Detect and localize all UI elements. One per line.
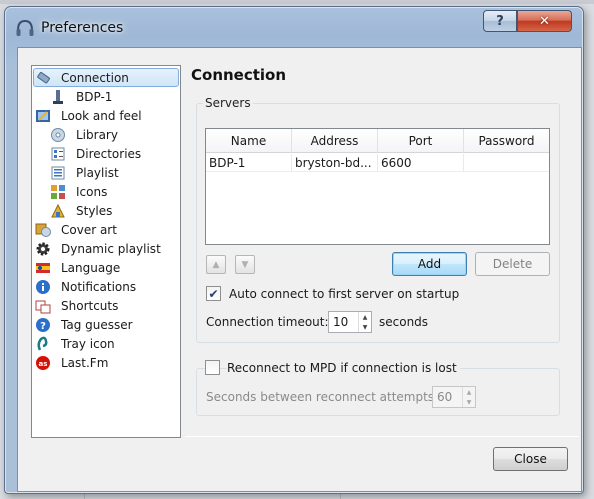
column-header-address[interactable]: Address [292, 129, 378, 153]
reconnect-checkbox[interactable] [205, 360, 220, 375]
arrow-up-icon: ▲ [212, 259, 220, 270]
tree-item-tag-guesser[interactable]: ? Tag guesser [35, 315, 183, 334]
move-up-button[interactable]: ▲ [206, 255, 226, 274]
tree-item-label: Connection [61, 70, 129, 85]
reconnect-interval-spinbox[interactable]: 60 ▲ ▼ [432, 386, 476, 408]
tree-item-lastfm[interactable]: as Last.Fm [35, 353, 183, 372]
tree-item-label: Icons [76, 184, 108, 199]
reconnect-interval-label: Seconds between reconnect attempts: [206, 390, 439, 404]
move-down-button[interactable]: ▼ [235, 255, 255, 274]
connection-icon [37, 71, 50, 83]
servers-group-title: Servers [203, 96, 253, 110]
close-button[interactable]: Close [493, 447, 568, 471]
question-icon: ? [36, 317, 50, 332]
tree-item-shortcuts[interactable]: Shortcuts [35, 296, 183, 315]
gear-icon [36, 242, 50, 255]
spin-arrows[interactable]: ▲ ▼ [358, 312, 371, 332]
cover-art-icon [35, 223, 51, 237]
tree-item-dynamic-playlist[interactable]: Dynamic playlist [35, 239, 183, 258]
svg-text:?: ? [40, 321, 46, 332]
spin-down-icon[interactable]: ▼ [359, 322, 371, 332]
tree-item-label: Look and feel [61, 108, 142, 123]
spin-up-icon[interactable]: ▲ [463, 387, 475, 397]
arrow-down-icon: ▼ [241, 259, 249, 270]
table-cell-address[interactable]: bryston-bd... [292, 154, 378, 172]
reconnect-interval-value[interactable]: 60 [433, 390, 462, 404]
lastfm-icon: as [36, 355, 50, 370]
headphones-icon [16, 19, 34, 36]
auto-connect-label[interactable]: Auto connect to first server on startup [229, 287, 459, 301]
auto-connect-checkbox[interactable]: ✔ [206, 286, 221, 301]
tree-item-bdp-1[interactable]: BDP-1 [50, 87, 198, 106]
tree-item-label: Tray icon [61, 336, 115, 351]
checkmark-icon: ✔ [208, 286, 219, 301]
language-icon [36, 262, 50, 273]
add-server-button[interactable]: Add [392, 252, 467, 276]
svg-text:as: as [39, 360, 48, 368]
library-icon [51, 127, 65, 142]
table-cell-port[interactable]: 6600 [378, 154, 464, 172]
connection-timeout-value[interactable]: 10 [329, 315, 358, 329]
dialog-body: Connection BDP-1 Look and feel Library D… [17, 47, 582, 492]
tree-item-cover-art[interactable]: Cover art [35, 220, 183, 239]
page-title: Connection [191, 66, 287, 84]
column-header-name[interactable]: Name [206, 129, 292, 153]
tree-item-language[interactable]: Language [35, 258, 183, 277]
tree-item-label: Cover art [61, 222, 117, 237]
look-and-feel-icon [36, 109, 50, 122]
table-cell-password[interactable] [464, 154, 549, 172]
desktop-background [0, 0, 594, 4]
connection-timeout-spinbox[interactable]: 10 ▲ ▼ [328, 311, 372, 333]
spin-up-icon[interactable]: ▲ [359, 312, 371, 322]
help-button[interactable]: ? [483, 10, 517, 32]
playlist-icon [51, 166, 65, 179]
column-header-password[interactable]: Password [464, 129, 549, 153]
tree-item-label: Language [61, 260, 121, 275]
reconnect-label[interactable]: Reconnect to MPD if connection is lost [227, 361, 460, 375]
info-icon [36, 279, 50, 294]
title-bar[interactable]: Preferences ? ✕ [5, 7, 583, 47]
tree-item-label: Tag guesser [61, 317, 133, 332]
column-header-port[interactable]: Port [378, 129, 464, 153]
tree-item-icons[interactable]: Icons [50, 182, 198, 201]
tree-item-notifications[interactable]: Notifications [35, 277, 183, 296]
mpd-server-icon [53, 89, 63, 104]
window-title: Preferences [41, 20, 124, 36]
tree-item-tray-icon[interactable]: Tray icon [35, 334, 183, 353]
spin-arrows[interactable]: ▲ ▼ [462, 387, 475, 407]
preferences-window: Preferences ? ✕ Connection BDP-1 Look an… [4, 6, 584, 494]
tree-item-connection[interactable]: Connection [33, 68, 179, 87]
preferences-tree[interactable]: Connection BDP-1 Look and feel Library D… [31, 65, 181, 438]
icons-icon [51, 184, 65, 199]
connection-timeout-label: Connection timeout: [206, 315, 329, 329]
connection-timeout-unit: seconds [379, 315, 429, 329]
tray-icon [37, 336, 48, 351]
tree-item-label: Shortcuts [61, 298, 119, 313]
tree-item-label: Notifications [61, 279, 137, 294]
spin-down-icon[interactable]: ▼ [463, 397, 475, 407]
styles-icon [51, 203, 65, 217]
tree-item-directories[interactable]: Directories [50, 144, 198, 163]
servers-table[interactable]: Name Address Port Password BDP-1 bryston… [205, 128, 550, 245]
tree-item-playlist[interactable]: Playlist [50, 163, 198, 182]
tree-item-label: Directories [76, 146, 142, 161]
tree-item-label: Playlist [76, 165, 119, 180]
delete-server-button[interactable]: Delete [475, 252, 550, 276]
table-cell-name[interactable]: BDP-1 [206, 154, 292, 172]
tree-item-label: Styles [76, 203, 113, 218]
tree-item-library[interactable]: Library [50, 125, 198, 144]
directories-icon [51, 147, 65, 160]
tree-item-label: Dynamic playlist [61, 241, 161, 256]
tree-item-look-and-feel[interactable]: Look and feel [35, 106, 183, 125]
shortcuts-icon [35, 300, 51, 313]
tree-item-label: BDP-1 [76, 89, 113, 104]
footer-separator [185, 436, 579, 437]
window-close-button[interactable]: ✕ [517, 10, 572, 32]
tree-item-styles[interactable]: Styles [50, 201, 198, 220]
tree-item-label: Library [76, 127, 118, 142]
tree-item-label: Last.Fm [61, 355, 109, 370]
